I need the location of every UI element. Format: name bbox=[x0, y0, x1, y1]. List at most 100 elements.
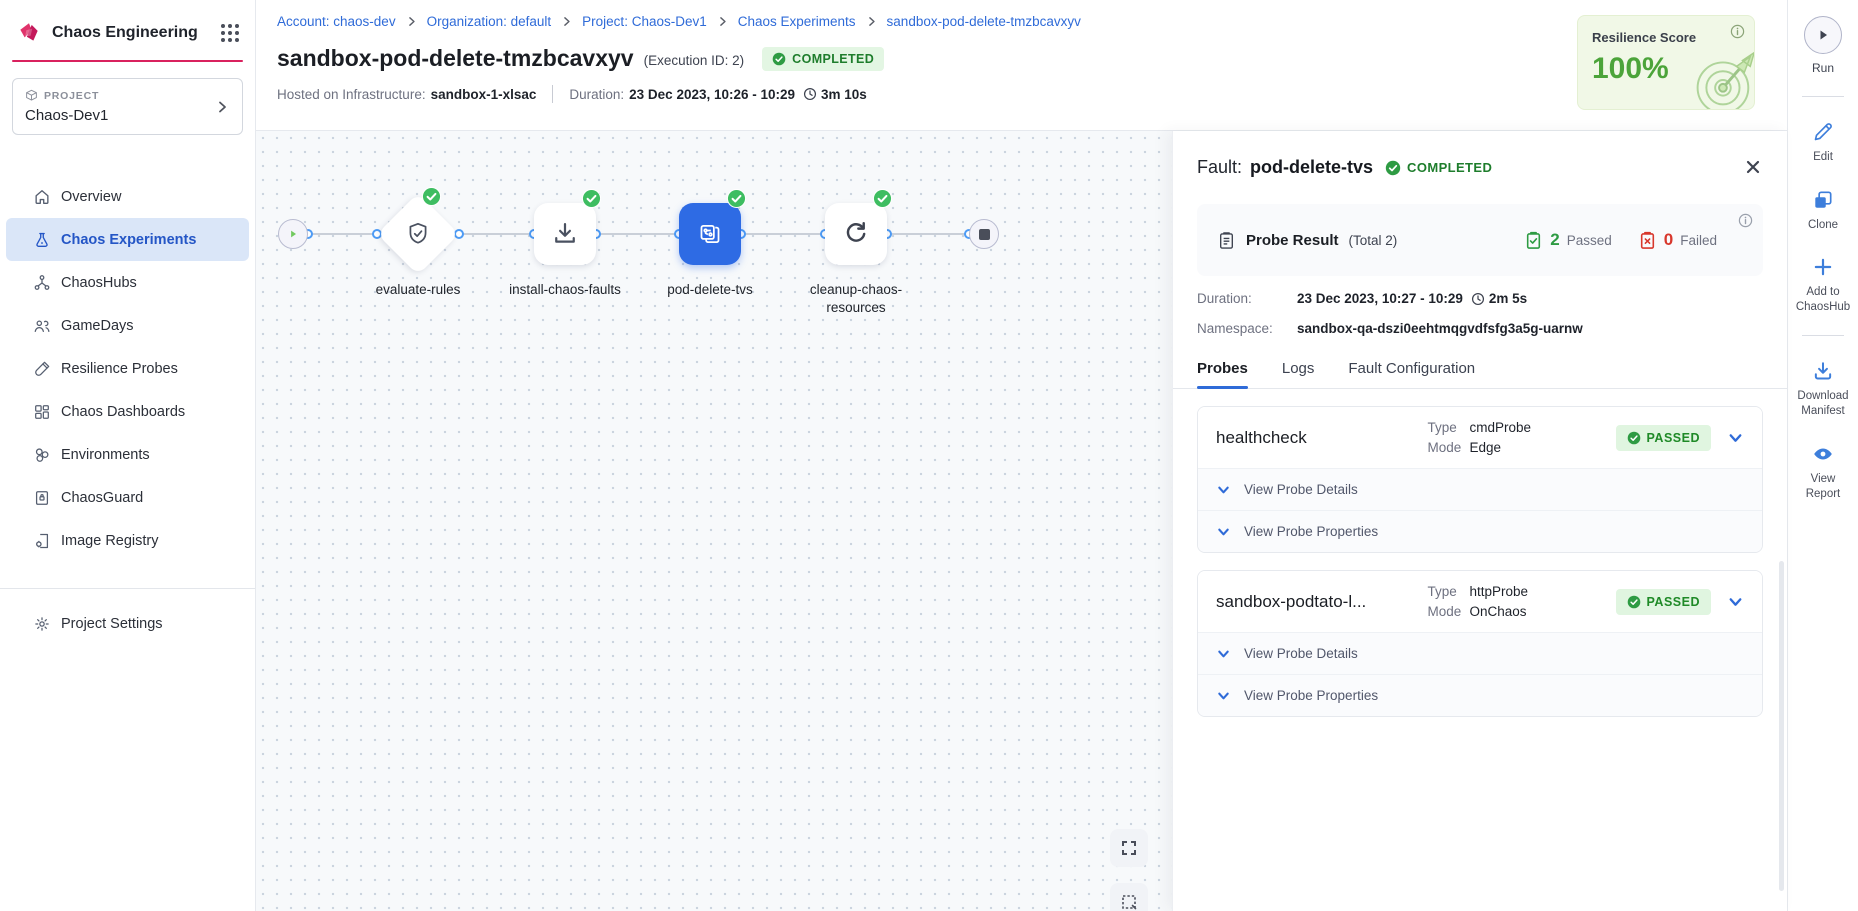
edit-button[interactable]: Edit bbox=[1793, 121, 1853, 165]
brand-name: Chaos Engineering bbox=[52, 24, 221, 42]
run-button[interactable] bbox=[1804, 16, 1842, 54]
connector-port bbox=[454, 229, 464, 239]
canvas-marquee-select-button[interactable] bbox=[1110, 883, 1148, 911]
probe-result-label: Probe Result bbox=[1246, 232, 1339, 249]
probe-meta: Type cmdProbe Mode Edge bbox=[1428, 420, 1600, 455]
sidebar-item-overview[interactable]: Overview bbox=[6, 175, 249, 218]
breadcrumb-separator-icon bbox=[560, 15, 573, 28]
probe-mode-label: Mode bbox=[1428, 440, 1470, 455]
close-icon[interactable] bbox=[1743, 157, 1763, 177]
clone-button[interactable]: Clone bbox=[1793, 189, 1853, 233]
view-probe-properties-link[interactable]: View Probe Properties bbox=[1198, 674, 1762, 716]
sidebar-item-project-settings[interactable]: Project Settings bbox=[0, 615, 255, 633]
breadcrumb-organization[interactable]: Organization: default bbox=[427, 14, 552, 29]
breadcrumb-project[interactable]: Project: Chaos-Dev1 bbox=[582, 14, 707, 29]
view-report-button[interactable]: View Report bbox=[1793, 443, 1853, 502]
sidebar-divider bbox=[0, 588, 255, 589]
pipeline-node-evaluate-rules[interactable] bbox=[377, 193, 459, 275]
expand-chevron[interactable] bbox=[1727, 593, 1744, 610]
node-label: pod-delete-tvs bbox=[648, 281, 772, 299]
clone-label: Clone bbox=[1793, 218, 1853, 233]
fault-label: Fault: bbox=[1197, 157, 1242, 178]
test-tube-icon bbox=[33, 360, 51, 378]
page-header: Account: chaos-dev Organization: default… bbox=[256, 0, 1787, 131]
pipeline-node-cleanup-chaos-resources[interactable] bbox=[825, 203, 887, 265]
probe-result-summary: Probe Result (Total 2) 2 Passed 0 Failed bbox=[1197, 204, 1763, 276]
chevron-down-icon bbox=[1216, 646, 1231, 661]
tab-fault-configuration[interactable]: Fault Configuration bbox=[1348, 360, 1475, 388]
clock-icon bbox=[1471, 292, 1485, 306]
clone-icon bbox=[1812, 189, 1834, 211]
fault-status-badge: COMPLETED bbox=[1385, 160, 1492, 176]
environments-icon bbox=[33, 446, 51, 464]
pipeline-end-node[interactable] bbox=[969, 219, 999, 249]
sidebar-item-label: Resilience Probes bbox=[61, 361, 178, 377]
canvas-fullscreen-button[interactable] bbox=[1110, 829, 1148, 867]
app-root: Chaos Engineering PROJECT Chaos-Dev1 Ove… bbox=[0, 0, 1858, 911]
hub-network-icon bbox=[33, 274, 51, 292]
project-selector[interactable]: PROJECT Chaos-Dev1 bbox=[12, 78, 243, 135]
sidebar-item-label: Environments bbox=[61, 447, 150, 463]
resilience-score-card: Resilience Score 100% bbox=[1577, 15, 1755, 110]
fault-duration-label: Duration: bbox=[1197, 291, 1297, 306]
info-icon[interactable] bbox=[1738, 213, 1753, 228]
breadcrumb-experiment[interactable]: sandbox-pod-delete-tmzbcavxyv bbox=[887, 14, 1081, 29]
sidebar-item-chaosguard[interactable]: ChaosGuard bbox=[6, 476, 249, 519]
fault-details-panel: Fault: pod-delete-tvs COMPLETED Probe Re… bbox=[1172, 131, 1787, 911]
breadcrumb-separator-icon bbox=[865, 15, 878, 28]
app-switcher-grid-icon[interactable] bbox=[221, 24, 239, 42]
sidebar-item-chaos-experiments[interactable]: Chaos Experiments bbox=[6, 218, 249, 261]
tab-logs[interactable]: Logs bbox=[1282, 360, 1315, 388]
experiment-meta-row: Hosted on Infrastructure: sandbox-1-xlsa… bbox=[277, 85, 1787, 103]
sidebar-item-gamedays[interactable]: GameDays bbox=[6, 304, 249, 347]
infra-value: sandbox-1-xlsac bbox=[431, 87, 537, 102]
pipeline-node-install-chaos-faults[interactable] bbox=[534, 203, 596, 265]
brand-header: Chaos Engineering bbox=[0, 0, 255, 58]
node-label: cleanup-chaos-resources bbox=[794, 281, 918, 317]
edit-label: Edit bbox=[1793, 150, 1853, 165]
sidebar-item-label: Chaos Experiments bbox=[61, 232, 196, 248]
add-to-chaoshub-button[interactable]: Add to ChaosHub bbox=[1793, 256, 1853, 315]
fault-header: Fault: pod-delete-tvs COMPLETED bbox=[1197, 157, 1763, 178]
gear-icon bbox=[33, 615, 51, 633]
probe-card-header[interactable]: healthcheck Type cmdProbe Mode Edge PASS… bbox=[1198, 407, 1762, 468]
breadcrumb-account[interactable]: Account: chaos-dev bbox=[277, 14, 396, 29]
pipeline-canvas[interactable]: evaluate-rules install-chaos-faults pod-… bbox=[256, 131, 1172, 911]
breadcrumb-chaos-experiments[interactable]: Chaos Experiments bbox=[738, 14, 856, 29]
view-probe-properties-link[interactable]: View Probe Properties bbox=[1198, 510, 1762, 552]
duration-value: 23 Dec 2023, 10:26 - 10:29 bbox=[629, 87, 795, 102]
tab-probes[interactable]: Probes bbox=[1197, 360, 1248, 388]
passed-count-group: 2 Passed bbox=[1524, 230, 1612, 250]
link-label: View Probe Properties bbox=[1244, 524, 1378, 539]
dashboard-icon bbox=[33, 403, 51, 421]
panel-scrollbar[interactable] bbox=[1779, 561, 1784, 891]
probe-status-text: PASSED bbox=[1647, 431, 1700, 445]
target-arrow-illustration bbox=[1682, 41, 1755, 110]
view-probe-details-link[interactable]: View Probe Details bbox=[1198, 632, 1762, 674]
node-success-check-icon bbox=[582, 189, 601, 208]
sidebar-item-chaos-dashboards[interactable]: Chaos Dashboards bbox=[6, 390, 249, 433]
download-manifest-label: Download Manifest bbox=[1793, 389, 1853, 419]
pod-fault-icon bbox=[696, 220, 724, 248]
passed-count: 2 bbox=[1550, 230, 1559, 250]
failed-count: 0 bbox=[1664, 230, 1673, 250]
pipeline-start-node[interactable] bbox=[278, 219, 308, 249]
sidebar-item-resilience-probes[interactable]: Resilience Probes bbox=[6, 347, 249, 390]
sidebar-item-environments[interactable]: Environments bbox=[6, 433, 249, 476]
download-manifest-button[interactable]: Download Manifest bbox=[1793, 360, 1853, 419]
link-label: View Probe Properties bbox=[1244, 688, 1378, 703]
fault-namespace-value: sandbox-qa-dszi0eehtmqgvdfsfg3a5g-uarnw bbox=[1297, 321, 1583, 336]
sidebar-item-chaoshubs[interactable]: ChaosHubs bbox=[6, 261, 249, 304]
view-probe-details-link[interactable]: View Probe Details bbox=[1198, 468, 1762, 510]
node-success-check-icon bbox=[873, 189, 892, 208]
sidebar-item-image-registry[interactable]: Image Registry bbox=[6, 519, 249, 562]
pipeline-node-pod-delete-tvs[interactable] bbox=[679, 203, 741, 265]
run-label: Run bbox=[1793, 61, 1853, 77]
view-report-label: View Report bbox=[1793, 472, 1853, 502]
expand-chevron[interactable] bbox=[1727, 429, 1744, 446]
probe-result-total: (Total 2) bbox=[1349, 233, 1398, 248]
info-icon[interactable] bbox=[1730, 24, 1745, 39]
probe-mode-value: OnChaos bbox=[1470, 604, 1600, 619]
plus-icon bbox=[1812, 256, 1834, 278]
probe-card-header[interactable]: sandbox-podtato-l... Type httpProbe Mode… bbox=[1198, 571, 1762, 632]
